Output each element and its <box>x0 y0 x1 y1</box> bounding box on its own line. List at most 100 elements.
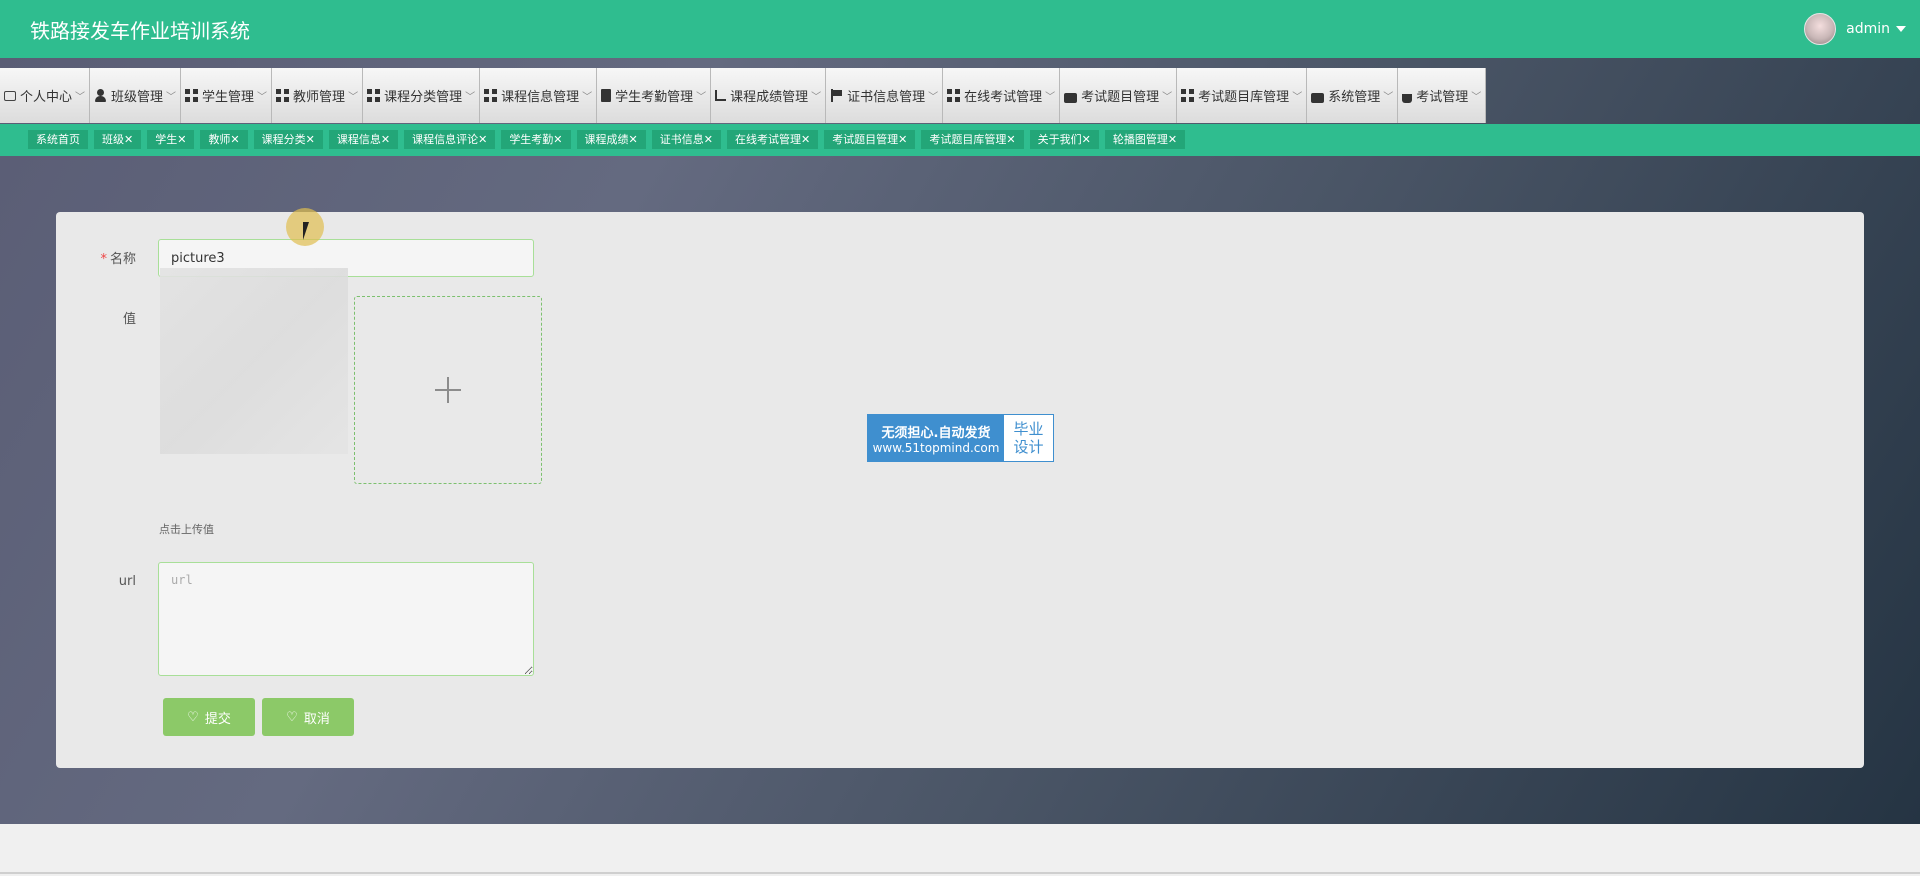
grid-icon <box>367 89 381 102</box>
chevron-down-icon: ﹀ <box>811 92 822 103</box>
grid-icon <box>484 89 498 102</box>
chevron-down-icon: ﹀ <box>1471 92 1482 103</box>
watermark-line1: 无须担心.自动发货 <box>881 425 991 441</box>
chevron-down-icon: ﹀ <box>257 92 268 103</box>
menu-item[interactable]: 在线考试管理 ﹀ <box>943 68 1061 123</box>
mouse-cursor-icon <box>303 222 315 240</box>
heart-icon: ♡ <box>286 709 298 725</box>
chevron-down-icon: ﹀ <box>1292 92 1303 103</box>
chevron-down-icon: ﹀ <box>1162 92 1173 103</box>
name-label-text: 名称 <box>109 252 136 267</box>
footer-divider <box>0 872 1920 874</box>
menu-item-label: 考试题目库管理 <box>1198 90 1290 105</box>
form-card: *名称 值 点击上传值 url ♡ 提交 ♡ 取消 <box>56 212 1864 768</box>
menu-item-label: 学生考勤管理 <box>615 90 694 105</box>
image-preview <box>160 268 348 454</box>
user-menu[interactable]: admin <box>1804 13 1906 45</box>
menu-item[interactable]: 班级管理 ﹀ <box>90 68 182 123</box>
menu-item[interactable]: 个人中心 ﹀ <box>0 68 91 123</box>
watermark-left: 无须担心.自动发货 www.51topmind.com <box>868 415 1004 461</box>
username[interactable]: admin <box>1846 21 1890 37</box>
watermark-right2: 设计 <box>1013 438 1044 456</box>
top-header: 铁路接发车作业培训系统 admin <box>0 0 1920 58</box>
watermark-line2: www.51topmind.com <box>872 440 1000 455</box>
chart-icon <box>715 90 727 101</box>
url-label: url <box>118 574 136 589</box>
watermark-right1: 毕业 <box>1013 420 1044 438</box>
menu-item[interactable]: 考试管理 ﹀ <box>1398 68 1487 123</box>
menu-item-label: 在线考试管理 <box>964 90 1043 105</box>
url-textarea[interactable] <box>158 562 534 676</box>
app-title: 铁路接发车作业培训系统 <box>30 19 250 43</box>
tab[interactable]: 证书信息✕ <box>651 130 721 149</box>
tab[interactable]: 关于我们✕ <box>1029 130 1099 149</box>
image-upload-button[interactable] <box>354 296 542 484</box>
tab[interactable]: 班级✕ <box>94 130 142 149</box>
chevron-down-icon: ﹀ <box>582 92 593 103</box>
chevron-down-icon: ﹀ <box>465 92 476 103</box>
menu-item-label: 课程分类管理 <box>384 90 463 105</box>
chevron-down-icon: ﹀ <box>75 92 86 103</box>
menu-item[interactable]: 证书信息管理 ﹀ <box>826 68 944 123</box>
chevron-down-icon: ﹀ <box>696 92 707 103</box>
menu-item-label: 学生管理 <box>202 90 255 105</box>
menu-item-label: 教师管理 <box>293 90 346 105</box>
flag-icon <box>830 89 843 102</box>
briefcase-icon <box>1311 92 1325 103</box>
chevron-down-icon: ﹀ <box>348 92 359 103</box>
menu-item-label: 课程成绩管理 <box>730 90 809 105</box>
menu-item-label: 考试题目管理 <box>1081 90 1160 105</box>
watermark-right: 毕业 设计 <box>1004 415 1053 461</box>
required-mark: * <box>100 252 107 267</box>
clipboard-icon <box>601 89 612 102</box>
menu-item[interactable]: 学生管理 ﹀ <box>181 68 273 123</box>
menu-item[interactable]: 系统管理 ﹀ <box>1307 68 1399 123</box>
menu-item-label: 班级管理 <box>111 90 164 105</box>
chevron-down-icon: ﹀ <box>1383 92 1394 103</box>
tab[interactable]: 系统首页 <box>28 130 88 149</box>
caret-down-icon[interactable] <box>1896 26 1906 32</box>
tab[interactable]: 轮播图管理✕ <box>1104 130 1186 149</box>
menu-item-label: 考试管理 <box>1416 90 1469 105</box>
menu-item[interactable]: 课程分类管理 ﹀ <box>363 68 481 123</box>
value-label: 值 <box>122 312 136 327</box>
heart-icon: ♡ <box>187 709 199 725</box>
grid-icon <box>276 89 290 102</box>
menu-item[interactable]: 课程成绩管理 ﹀ <box>711 68 827 123</box>
watermark-banner: 无须担心.自动发货 www.51topmind.com 毕业 设计 <box>867 414 1054 462</box>
grid-icon <box>1181 89 1195 102</box>
tab[interactable]: 考试题目管理✕ <box>824 130 916 149</box>
menu-item[interactable]: 教师管理 ﹀ <box>272 68 364 123</box>
menu-item-label: 个人中心 <box>20 90 73 105</box>
tab[interactable]: 课程分类✕ <box>253 130 323 149</box>
cancel-button[interactable]: ♡ 取消 <box>262 698 354 736</box>
submit-button[interactable]: ♡ 提交 <box>163 698 255 736</box>
avatar[interactable] <box>1804 13 1837 45</box>
menu-item[interactable]: 课程信息管理 ﹀ <box>480 68 598 123</box>
upload-hint: 点击上传值 <box>159 523 214 536</box>
chevron-down-icon: ﹀ <box>1045 92 1056 103</box>
id-card-icon <box>4 90 16 101</box>
tab[interactable]: 教师✕ <box>200 130 248 149</box>
tab[interactable]: 课程成绩✕ <box>576 130 646 149</box>
tray-icon <box>1064 92 1078 103</box>
menu-item-label: 证书信息管理 <box>847 90 926 105</box>
tab[interactable]: 学生✕ <box>147 130 195 149</box>
tab[interactable]: 课程信息评论✕ <box>404 130 496 149</box>
cancel-label: 取消 <box>303 711 330 727</box>
menu-item[interactable]: 学生考勤管理 ﹀ <box>597 68 712 123</box>
menu-item[interactable]: 考试题目库管理 ﹀ <box>1177 68 1308 123</box>
tab[interactable]: 考试题目库管理✕ <box>921 130 1024 149</box>
name-label: * 名称 <box>56 248 136 267</box>
menu-item-label: 系统管理 <box>1328 90 1381 105</box>
tab[interactable]: 学生考勤✕ <box>501 130 571 149</box>
submit-label: 提交 <box>204 711 231 727</box>
chevron-down-icon: ﹀ <box>928 92 939 103</box>
open-tabs: 系统首页 班级✕ 学生✕ 教师✕ 课程分类✕ 课程信息✕ 课程信息评论✕ 学生考勤✕ 课程成绩✕… <box>28 130 1191 149</box>
user-icon <box>94 89 107 102</box>
tab[interactable]: 在线考试管理✕ <box>726 130 819 149</box>
menu-item-label: 课程信息管理 <box>501 90 580 105</box>
tab[interactable]: 课程信息✕ <box>328 130 399 149</box>
tab-strip: 系统首页 班级✕ 学生✕ 教师✕ 课程分类✕ 课程信息✕ 课程信息评论✕ 学生考勤✕ 课程成绩✕… <box>0 124 1920 156</box>
menu-item[interactable]: 考试题目管理 ﹀ <box>1060 68 1178 123</box>
